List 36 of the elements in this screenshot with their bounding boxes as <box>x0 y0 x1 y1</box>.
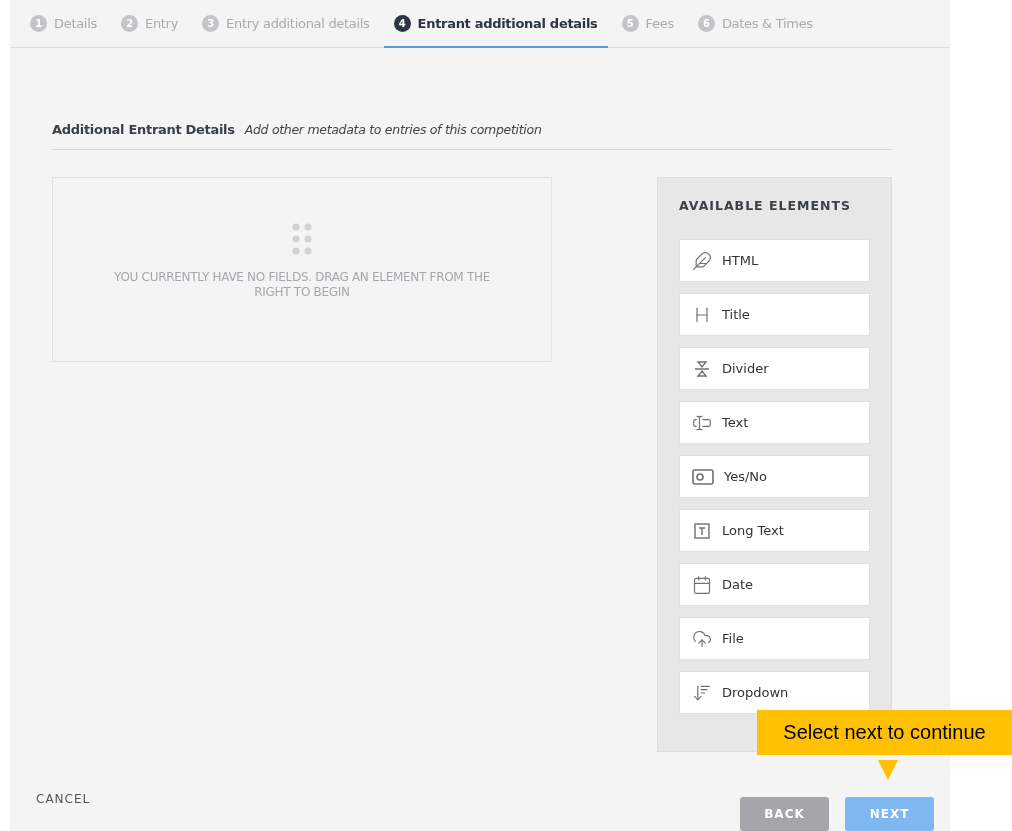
step-number: 4 <box>393 14 411 32</box>
tooltip-arrow-icon <box>878 760 898 780</box>
element-item[interactable]: Long Text <box>679 509 870 552</box>
element-item[interactable]: Dropdown <box>679 671 870 714</box>
element-item[interactable]: Title <box>679 293 870 336</box>
step-number: 1 <box>30 14 47 32</box>
empty-message: YOU CURRENTLY HAVE NO FIELDS. DRAG AN ELEMENT FROM THE RIGHT TO BEGIN <box>113 270 491 300</box>
step-label: Dates & Times <box>721 15 813 31</box>
step-label: Entry <box>144 15 179 31</box>
divider-icon <box>692 358 712 379</box>
element-item[interactable]: Yes/No <box>679 455 870 498</box>
step-label: Fees <box>645 15 674 31</box>
element-item[interactable]: File <box>679 617 870 660</box>
step-number: 3 <box>202 14 220 32</box>
calendar-icon <box>692 574 712 595</box>
element-item[interactable]: Date <box>679 563 870 606</box>
text-area-icon <box>692 520 712 541</box>
toggle-icon <box>692 467 714 486</box>
tooltip: Select next to continue <box>757 710 1012 755</box>
step-label: Entry additional details <box>226 15 370 31</box>
panel-title: AVAILABLE ELEMENTS <box>679 198 852 213</box>
upload-icon <box>692 628 712 649</box>
element-item[interactable]: Text <box>679 401 870 444</box>
cancel-button[interactable]: CANCEL <box>36 792 91 806</box>
element-item[interactable]: HTML <box>679 239 870 282</box>
drag-handle-icon <box>291 222 313 256</box>
element-item[interactable]: Divider <box>679 347 870 390</box>
step-number: 5 <box>621 14 639 32</box>
step-number: 6 <box>697 14 715 32</box>
section-subtitle: Add other metadata to entries of this competition <box>244 122 542 137</box>
feather-icon <box>692 250 712 271</box>
step-label: Entrant additional details <box>417 15 598 31</box>
step-number: 2 <box>120 14 138 32</box>
step-label: Details <box>54 15 97 31</box>
step-tab[interactable]: 4 Entrant additional details <box>383 0 608 48</box>
section-title: Additional Entrant Details <box>52 122 235 137</box>
